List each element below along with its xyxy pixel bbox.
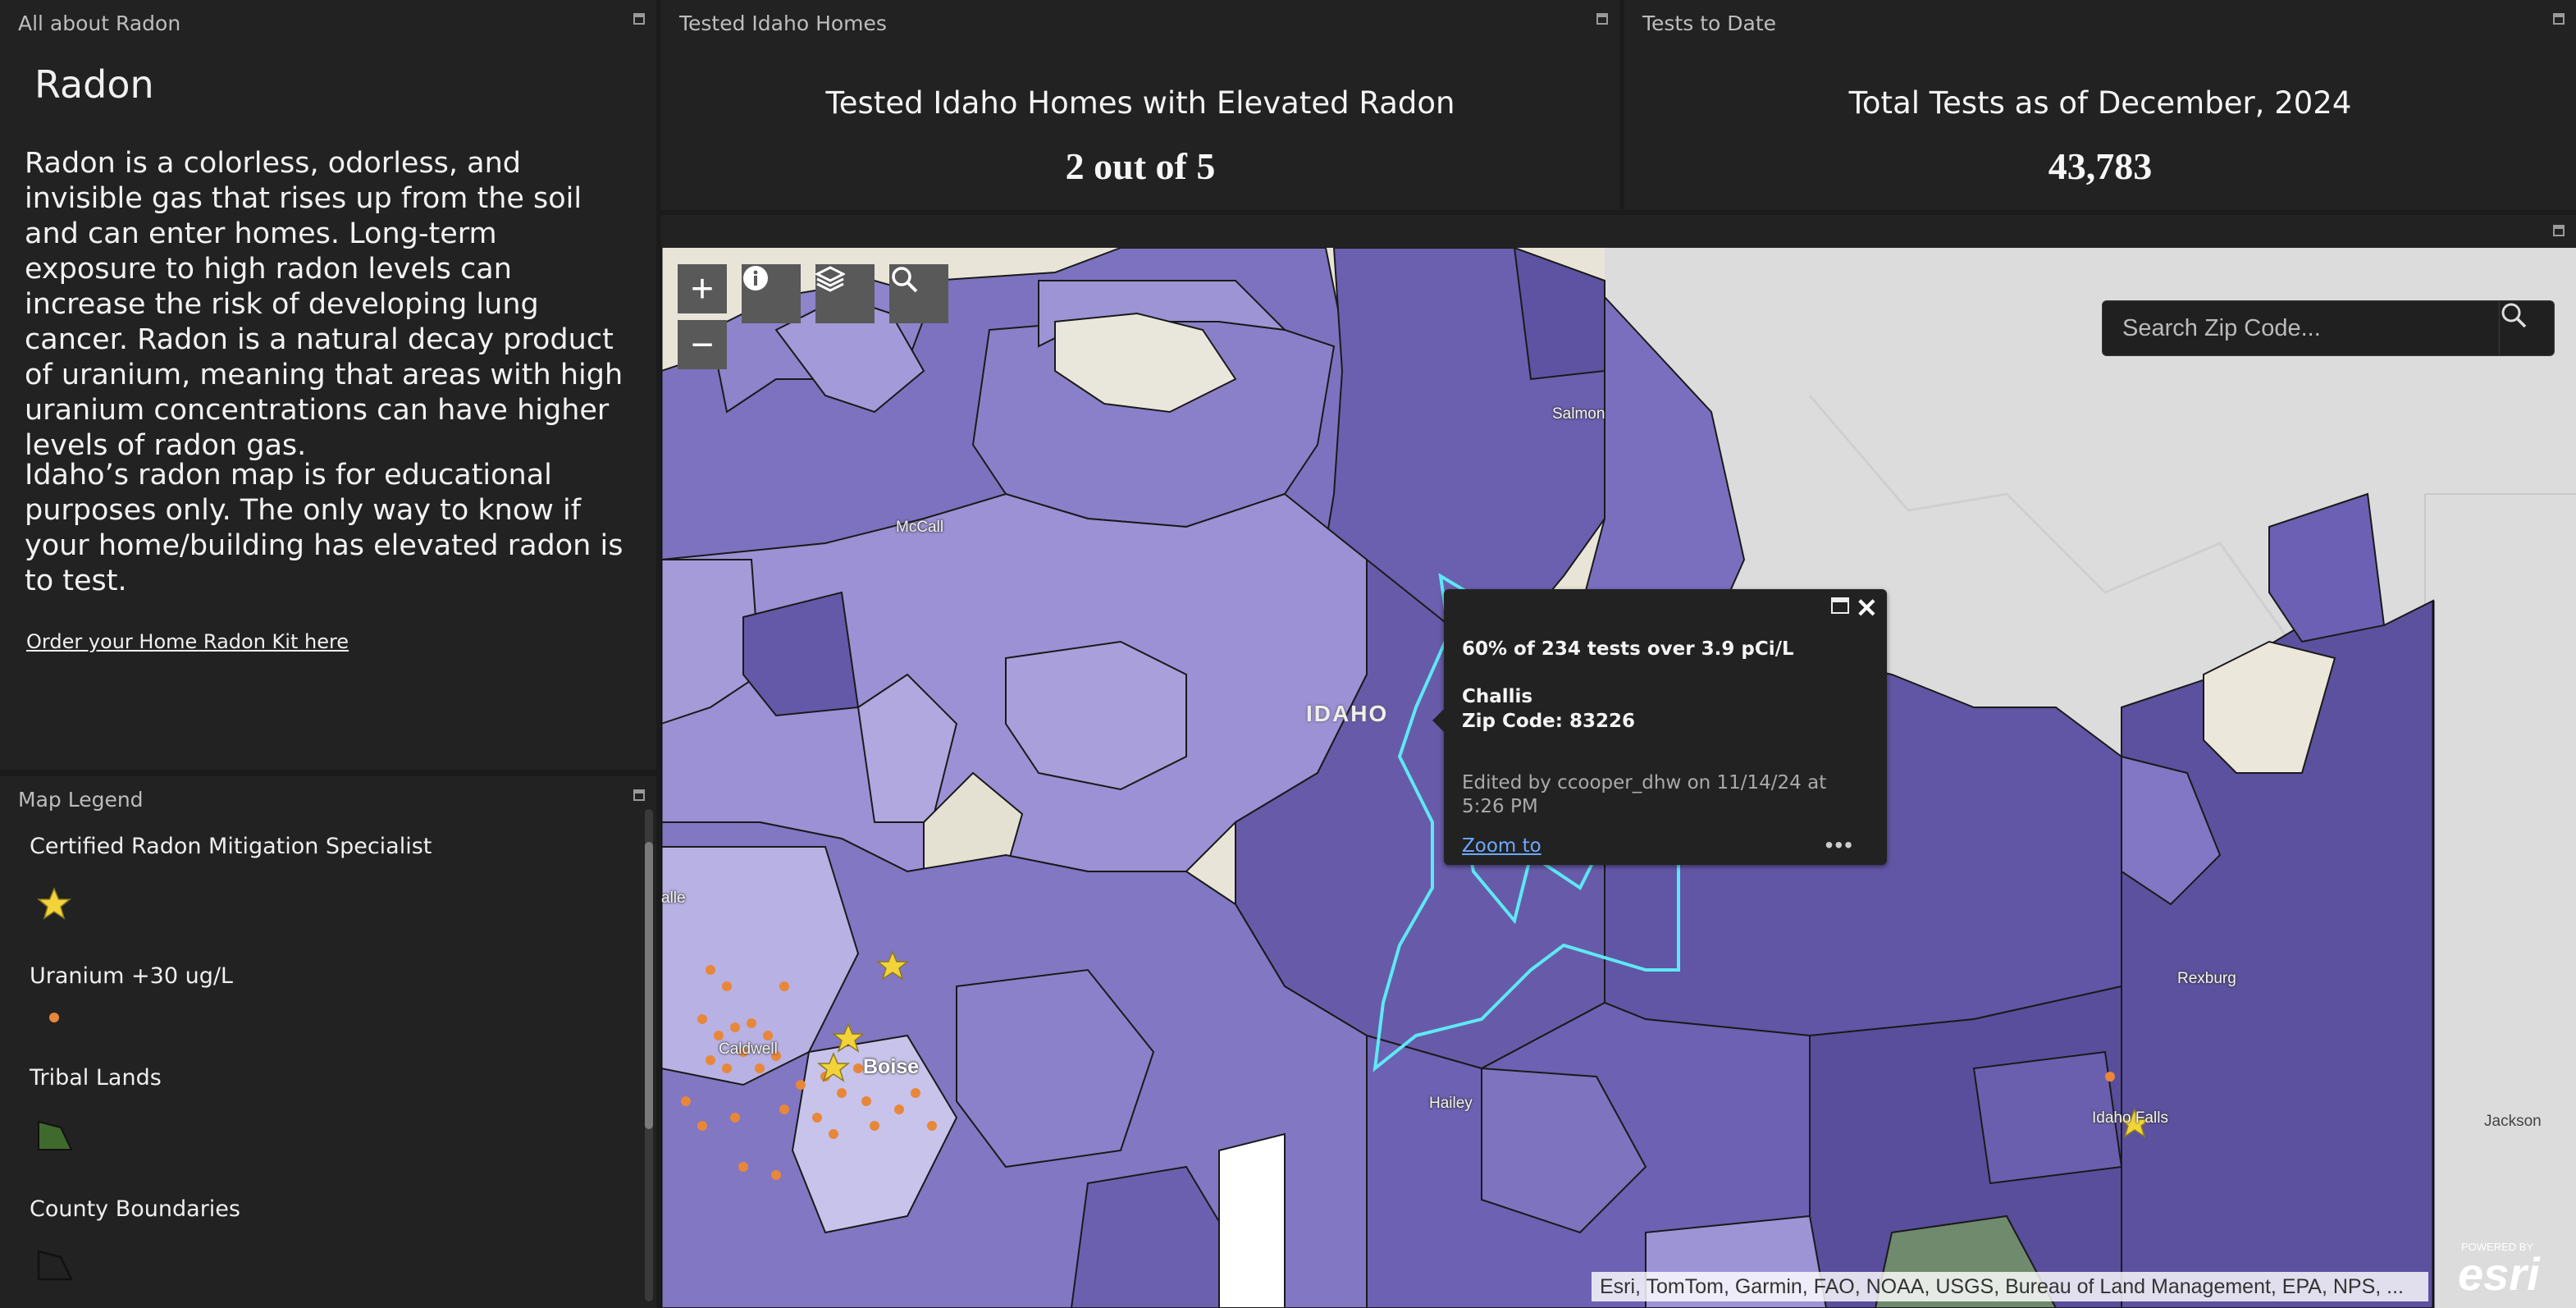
place-label-idaho-falls: Idaho Falls (2092, 1109, 2168, 1127)
place-label-hailey: Hailey (1429, 1095, 1473, 1112)
popup-zip: Zip Code: 83226 (1462, 711, 1635, 732)
maximize-icon[interactable] (1596, 13, 1608, 25)
indicator2-panel-title: Tests to Date (1642, 11, 1777, 35)
legend-scroll-thumb[interactable] (645, 842, 653, 1129)
popup-pointer (1432, 709, 1444, 732)
polygon-outline-icon (37, 1250, 73, 1281)
map-panel: Salmon McCall IDAHO alle Caldwell Boise … (661, 215, 2576, 1308)
zip-search-box (2102, 300, 2555, 356)
popup-place: Challis (1462, 686, 1533, 707)
indicator2-value: 43,783 (2048, 145, 2153, 187)
popup-edited: Edited by ccooper_dhw on 11/14/24 at 5:2… (1462, 772, 1827, 817)
search-icon (892, 267, 918, 293)
map-view[interactable]: Salmon McCall IDAHO alle Caldwell Boise … (661, 248, 2576, 1308)
esri-logo[interactable]: esri (2458, 1247, 2540, 1301)
legend-label-mitigation: Certified Radon Mitigation Specialist (30, 834, 432, 859)
place-label-mccall: McCall (896, 519, 944, 536)
place-label-caldwell: Caldwell (719, 1040, 778, 1058)
place-label-partial: alle (661, 890, 686, 907)
map-attribution: Esri, TomTom, Garmin, FAO, NOAA, USGS, B… (1592, 1272, 2428, 1301)
order-radon-kit-link[interactable]: Order your Home Radon Kit here (26, 630, 349, 653)
polygon-icon (38, 1120, 73, 1150)
legend-label-uranium: Uranium +30 ug/L (30, 963, 233, 989)
zoom-out-button[interactable]: − (678, 320, 727, 369)
zip-search-button[interactable] (2499, 301, 2554, 355)
dot-icon (49, 1013, 59, 1022)
maximize-icon[interactable] (2553, 13, 2565, 25)
indicator2-title: Total Tests as of December, 2024 (1848, 85, 2352, 121)
place-label-jackson: Jackson (2484, 1113, 2542, 1130)
popup-stat: 60% of 234 tests over 3.9 pCi/L (1462, 638, 1794, 660)
maximize-icon[interactable] (633, 13, 645, 25)
close-icon[interactable]: ✕ (1856, 592, 1878, 624)
popup-zoom-to-link[interactable]: Zoom to (1462, 835, 1541, 857)
about-heading: Radon (34, 62, 154, 107)
indicator1-value: 2 out of 5 (1065, 145, 1216, 187)
place-label-boise: Boise (863, 1055, 920, 1078)
info-button[interactable] (742, 264, 801, 323)
about-radon-panel: All about Radon Radon Radon is a colorle… (0, 0, 656, 770)
tests-to-date-indicator: Tests to Date Total Tests as of December… (1624, 0, 2576, 210)
popup-more-icon[interactable]: ••• (1825, 832, 1854, 858)
place-label-idaho: IDAHO (1306, 701, 1389, 726)
star-icon (36, 887, 72, 920)
info-icon (743, 266, 768, 290)
about-paragraph-2: Idaho’s radon map is for educational pur… (25, 459, 623, 597)
zip-search-input[interactable] (2103, 301, 2496, 355)
map-search-button[interactable] (889, 264, 948, 323)
zip-popup: ✕ 60% of 234 tests over 3.9 pCi/L Challi… (1432, 589, 1887, 865)
place-label-rexburg: Rexburg (2177, 970, 2236, 987)
about-panel-title: All about Radon (18, 11, 181, 35)
about-paragraph-1: Radon is a colorless, odorless, and invi… (25, 147, 623, 462)
map-legend-panel: Map Legend Certified Radon Mitigation Sp… (0, 776, 656, 1308)
layers-icon (815, 266, 845, 292)
legend-label-county: County Boundaries (30, 1196, 240, 1222)
indicator1-panel-title: Tested Idaho Homes (679, 11, 887, 35)
layers-button[interactable] (815, 264, 875, 323)
legend-label-tribal: Tribal Lands (30, 1065, 162, 1091)
tested-homes-indicator: Tested Idaho Homes Tested Idaho Homes wi… (661, 0, 1619, 210)
popup-dock-icon[interactable] (1831, 597, 1849, 614)
maximize-icon[interactable] (2553, 225, 2565, 236)
zoom-in-button[interactable]: + (678, 264, 727, 313)
place-label-salmon: Salmon (1552, 405, 1605, 423)
search-icon (2501, 303, 2527, 328)
legend-scrollbar[interactable] (645, 809, 653, 1301)
legend-panel-title: Map Legend (18, 788, 144, 812)
indicator1-title: Tested Idaho Homes with Elevated Radon (825, 85, 1455, 121)
maximize-icon[interactable] (633, 789, 645, 801)
